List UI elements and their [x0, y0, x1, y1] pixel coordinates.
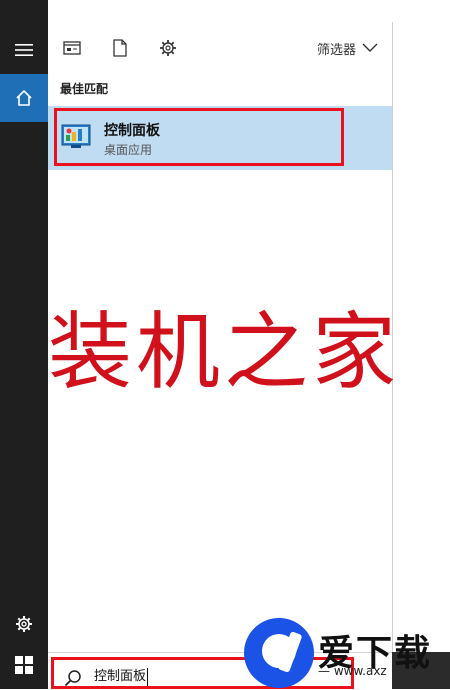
site-logo-url: — www.axz	[318, 664, 387, 678]
app-window-icon	[63, 41, 81, 55]
chevron-down-icon	[362, 43, 378, 52]
menu-button[interactable]	[0, 26, 48, 74]
top-strip	[48, 0, 392, 22]
start-rail	[0, 0, 48, 689]
home-button[interactable]	[0, 74, 48, 122]
watermark-text: 装机之家	[48, 303, 401, 401]
filter-dropdown[interactable]: 筛选器	[317, 37, 378, 59]
settings-filter-button[interactable]	[156, 36, 180, 60]
gear-icon	[16, 616, 32, 632]
result-title: 控制面板	[104, 123, 160, 139]
documents-filter-button[interactable]	[108, 36, 132, 60]
highlight-frame	[54, 108, 344, 166]
gear-icon	[160, 40, 176, 56]
windows-icon	[15, 656, 33, 674]
home-icon	[16, 89, 32, 106]
filter-label: 筛选器	[316, 42, 356, 58]
document-icon	[113, 39, 127, 57]
best-match-result[interactable]: 控制面板 桌面应用	[48, 106, 392, 170]
hamburger-icon	[15, 44, 33, 56]
apps-filter-button[interactable]	[60, 36, 84, 60]
search-icon	[64, 670, 81, 687]
best-match-heading: 最佳匹配	[60, 82, 109, 96]
control-panel-icon	[61, 124, 91, 148]
search-query: 控制面板	[94, 668, 149, 686]
result-subtitle: 桌面应用	[104, 143, 153, 157]
start-button[interactable]	[0, 641, 48, 689]
search-toolbar: 筛选器	[48, 22, 392, 74]
